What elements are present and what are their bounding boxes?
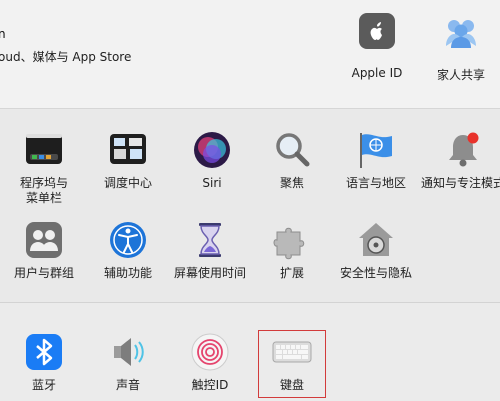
screen-time-icon bbox=[199, 223, 221, 257]
pref-mission-control-label: 调度中心 bbox=[103, 176, 152, 190]
pref-security-privacy[interactable]: 安全性与隐私 bbox=[334, 220, 418, 281]
apple-id-item[interactable]: Apple ID bbox=[337, 12, 417, 80]
pref-dock-menubar[interactable]: 程序坞与 菜单栏 bbox=[2, 130, 86, 206]
keyboard-highlight-box bbox=[258, 330, 326, 398]
pref-touch-id[interactable]: 触控ID bbox=[168, 332, 252, 393]
pref-screen-time[interactable]: 屏幕使用时间 bbox=[168, 220, 252, 281]
family-sharing-item[interactable]: 家人共享 bbox=[421, 12, 500, 83]
family-sharing-icon bbox=[446, 20, 476, 48]
apple-id-label: Apple ID bbox=[351, 66, 403, 80]
pref-dock-menubar-label: 程序坞与 菜单栏 bbox=[19, 176, 68, 205]
pref-spotlight-label: 聚焦 bbox=[279, 176, 304, 190]
pref-siri[interactable]: Siri bbox=[170, 130, 254, 191]
security-privacy-icon bbox=[359, 223, 393, 256]
apple-logo-icon bbox=[359, 13, 395, 49]
siri-icon bbox=[194, 132, 230, 168]
pref-extensions[interactable]: 扩展 bbox=[250, 220, 334, 281]
spotlight-icon bbox=[276, 133, 310, 167]
pref-screen-time-label: 屏幕使用时间 bbox=[173, 266, 246, 280]
pref-language-region[interactable]: 语言与地区 bbox=[334, 130, 418, 191]
pref-notifications[interactable]: 通知与专注模式 bbox=[418, 130, 500, 191]
bluetooth-icon bbox=[26, 334, 62, 370]
pref-spotlight[interactable]: 聚焦 bbox=[250, 130, 334, 191]
touch-id-icon bbox=[191, 333, 229, 371]
account-subtitle: oud、媒体与 App Store bbox=[0, 50, 132, 64]
pref-siri-label: Siri bbox=[202, 176, 222, 190]
pref-mission-control[interactable]: 调度中心 bbox=[86, 130, 170, 191]
pref-sound[interactable]: 声音 bbox=[86, 332, 170, 393]
family-sharing-label: 家人共享 bbox=[436, 68, 485, 82]
mission-control-icon bbox=[110, 134, 146, 164]
pref-accessibility[interactable]: 辅助功能 bbox=[86, 220, 170, 281]
extensions-icon bbox=[273, 227, 305, 260]
language-region-icon bbox=[360, 133, 392, 168]
users-groups-icon bbox=[26, 222, 62, 258]
pref-language-region-label: 语言与地区 bbox=[345, 176, 406, 190]
pref-users-groups-label: 用户与群组 bbox=[13, 266, 74, 280]
pref-bluetooth-label: 蓝牙 bbox=[31, 378, 56, 392]
pref-touch-id-label: 触控ID bbox=[191, 378, 229, 392]
accessibility-icon bbox=[110, 222, 146, 258]
pref-users-groups[interactable]: 用户与群组 bbox=[2, 220, 86, 281]
pref-accessibility-label: 辅助功能 bbox=[103, 266, 152, 280]
pref-sound-label: 声音 bbox=[115, 378, 140, 392]
pref-extensions-label: 扩展 bbox=[279, 266, 304, 280]
account-header: n oud、媒体与 App Store Apple ID 家人共享 bbox=[0, 0, 500, 109]
pref-security-privacy-label: 安全性与隐私 bbox=[339, 266, 412, 280]
sound-icon bbox=[114, 338, 144, 366]
pref-bluetooth[interactable]: 蓝牙 bbox=[2, 332, 86, 393]
account-name: n bbox=[0, 27, 6, 41]
pref-notifications-label: 通知与专注模式 bbox=[420, 176, 500, 190]
notifications-icon bbox=[449, 132, 479, 167]
dock-menubar-icon bbox=[26, 134, 62, 164]
